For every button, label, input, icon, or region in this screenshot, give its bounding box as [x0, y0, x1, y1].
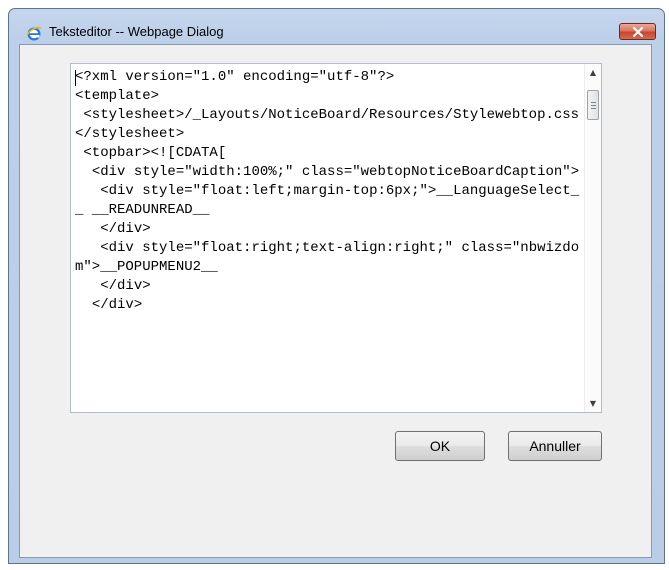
cancel-button[interactable]: Annuller [508, 431, 602, 461]
scroll-down-button[interactable]: ▼ [585, 395, 601, 412]
window-title: Teksteditor -- Webpage Dialog [49, 24, 224, 39]
vertical-scrollbar[interactable]: ▲ ▼ [584, 64, 601, 412]
internet-explorer-icon [26, 26, 42, 42]
dialog-body: <?xml version="1.0" encoding="utf-8"?> <… [19, 44, 652, 558]
arrow-up-icon: ▲ [589, 68, 597, 77]
text-editor[interactable]: <?xml version="1.0" encoding="utf-8"?> <… [70, 63, 602, 413]
title-bar[interactable]: Teksteditor -- Webpage Dialog [9, 9, 664, 43]
scroll-thumb[interactable] [587, 90, 599, 120]
close-button[interactable] [619, 23, 656, 40]
arrow-down-icon: ▼ [589, 399, 597, 408]
grip-line [591, 102, 596, 103]
text-caret [75, 70, 76, 86]
close-icon [632, 22, 644, 41]
grip-line [591, 105, 596, 106]
dialog-window: Teksteditor -- Webpage Dialog <?xml vers… [8, 8, 665, 564]
ok-button[interactable]: OK [395, 431, 485, 461]
editor-text[interactable]: <?xml version="1.0" encoding="utf-8"?> <… [75, 68, 583, 408]
grip-line [591, 108, 596, 109]
scroll-up-button[interactable]: ▲ [585, 64, 601, 81]
